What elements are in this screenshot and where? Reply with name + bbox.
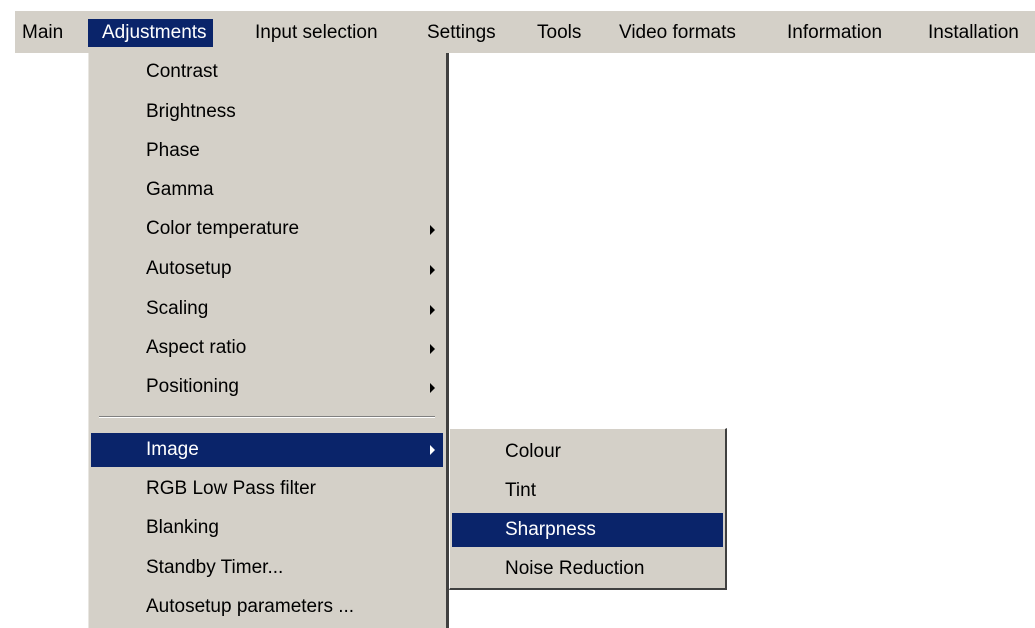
submenu-item-tint[interactable]: Tint [452, 474, 723, 508]
submenu-item-label: Colour [505, 441, 561, 462]
adjustments-dropdown: Contrast Brightness Phase Gamma Color te… [88, 53, 449, 628]
menu-item-label: Phase [146, 140, 200, 161]
arrow-right-icon [430, 305, 435, 315]
menu-main[interactable]: Main [22, 19, 63, 47]
image-submenu: Colour Tint Sharpness Noise Reduction [449, 428, 727, 590]
menu-item-label: RGB Low Pass filter [146, 478, 316, 499]
menu-item-label: Blanking [146, 517, 219, 538]
arrow-right-icon [430, 445, 435, 455]
submenu-item-label: Noise Reduction [505, 558, 645, 579]
menu-video-formats[interactable]: Video formats [619, 19, 736, 47]
menu-item-label: Brightness [146, 101, 236, 122]
menu-item-label: Color temperature [146, 218, 300, 239]
menu-item-label: Positioning [146, 376, 239, 397]
menu-information[interactable]: Information [787, 19, 882, 47]
menu-separator [99, 416, 435, 418]
menu-item-positioning[interactable]: Positioning [91, 371, 443, 403]
menu-item-label: Aspect ratio [146, 337, 247, 358]
arrow-right-icon [430, 225, 435, 235]
menu-item-scaling[interactable]: Scaling [91, 293, 443, 325]
menu-item-contrast[interactable]: Contrast [91, 56, 443, 88]
menu-tools[interactable]: Tools [537, 19, 581, 47]
menu-item-label: Standby Timer... [146, 557, 284, 578]
menu-item-label: Image [146, 439, 199, 460]
submenu-item-colour[interactable]: Colour [452, 435, 723, 469]
menu-item-label: Autosetup parameters ... [146, 596, 355, 617]
menu-item-standby-timer[interactable]: Standby Timer... [91, 552, 443, 584]
menu-adjustments[interactable]: Adjustments [88, 19, 213, 47]
menu-item-label: Autosetup [146, 258, 232, 279]
menu-item-aspect-ratio[interactable]: Aspect ratio [91, 332, 443, 364]
menu-item-label: Gamma [146, 179, 214, 200]
menu-item-label: Contrast [146, 61, 218, 82]
submenu-item-label: Sharpness [505, 519, 596, 540]
submenu-item-noise-reduction[interactable]: Noise Reduction [452, 552, 723, 586]
menu-item-color-temperature[interactable]: Color temperature [91, 213, 443, 245]
menu-item-label: Scaling [146, 298, 209, 319]
submenu-item-label: Tint [505, 480, 536, 501]
menu-bar: Main Adjustments Input selection Setting… [15, 11, 1035, 53]
menu-input-selection[interactable]: Input selection [255, 19, 378, 47]
arrow-right-icon [430, 383, 435, 393]
submenu-item-sharpness[interactable]: Sharpness [452, 513, 723, 547]
menu-item-blanking[interactable]: Blanking [91, 512, 443, 544]
menu-settings[interactable]: Settings [427, 19, 496, 47]
menu-item-brightness[interactable]: Brightness [91, 96, 443, 128]
menu-item-gamma[interactable]: Gamma [91, 174, 443, 206]
menu-installation[interactable]: Installation [928, 19, 1019, 47]
arrow-right-icon [430, 265, 435, 275]
menu-item-autosetup[interactable]: Autosetup [91, 253, 443, 285]
menu-item-rgb-low-pass-filter[interactable]: RGB Low Pass filter [91, 473, 443, 505]
app-window: Main Adjustments Input selection Setting… [0, 0, 1035, 628]
menu-item-autosetup-parameters[interactable]: Autosetup parameters ... [91, 591, 443, 623]
menu-item-phase[interactable]: Phase [91, 135, 443, 167]
menu-item-image[interactable]: Image [91, 433, 443, 467]
arrow-right-icon [430, 344, 435, 354]
